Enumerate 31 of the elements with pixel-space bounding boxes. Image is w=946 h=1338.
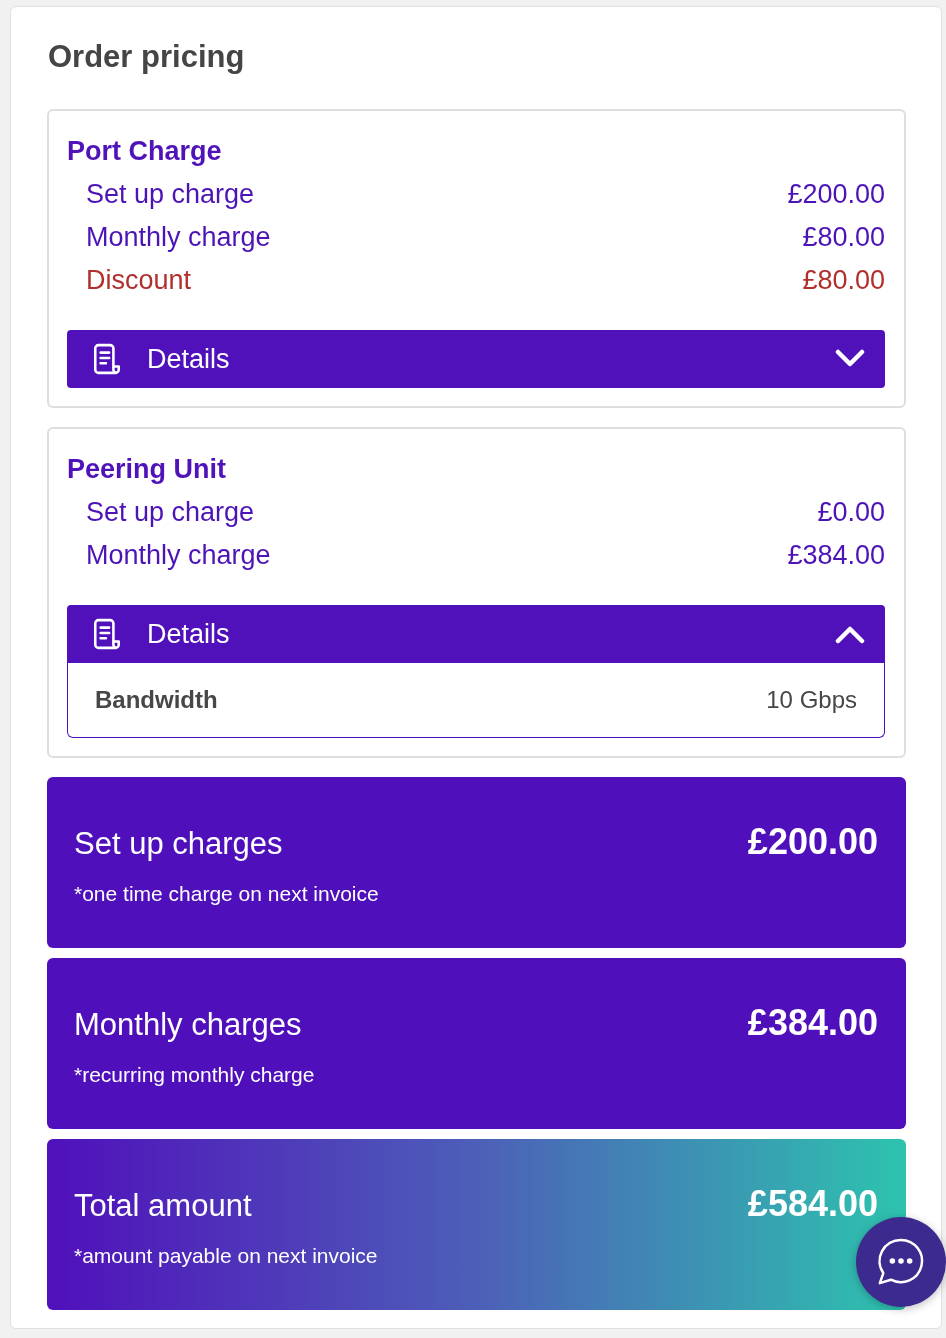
summary-note: *recurring monthly charge	[74, 1062, 316, 1088]
chevron-up-icon	[835, 624, 865, 644]
detail-label: Bandwidth	[95, 686, 218, 714]
details-button[interactable]: Details	[67, 330, 885, 388]
speech-bubble-icon	[876, 1237, 926, 1287]
summary-note: *amount payable on next invoice	[74, 1243, 379, 1269]
summary-title: Set up charges	[74, 825, 283, 863]
charge-amount: £80.00	[802, 264, 885, 297]
document-icon	[92, 343, 122, 375]
charge-amount: £384.00	[787, 539, 885, 572]
charge-amount: £200.00	[787, 178, 885, 211]
chevron-down-icon	[835, 349, 865, 369]
document-icon	[92, 618, 122, 650]
summary-title: Total amount	[74, 1187, 252, 1225]
charge-label: Set up charge	[86, 178, 255, 211]
charge-label: Monthly charge	[86, 539, 271, 572]
product-name: Peering Unit	[67, 453, 228, 486]
summary-amount: £200.00	[747, 824, 878, 860]
summary-amount: £584.00	[747, 1186, 878, 1222]
summary-title: Monthly charges	[74, 1006, 302, 1044]
charge-amount: £0.00	[817, 496, 885, 529]
summary-note: *one time charge on next invoice	[74, 881, 380, 907]
charge-amount: £80.00	[802, 221, 885, 254]
charge-label: Monthly charge	[86, 221, 271, 254]
charge-label: Set up charge	[86, 496, 255, 529]
product-name: Port Charge	[67, 135, 223, 168]
panel-title: Order pricing	[48, 39, 246, 75]
details-button[interactable]: Details	[67, 605, 885, 663]
detail-value: 10 Gbps	[766, 686, 857, 714]
summary-amount: £384.00	[747, 1005, 878, 1041]
charge-label: Discount	[86, 264, 192, 297]
